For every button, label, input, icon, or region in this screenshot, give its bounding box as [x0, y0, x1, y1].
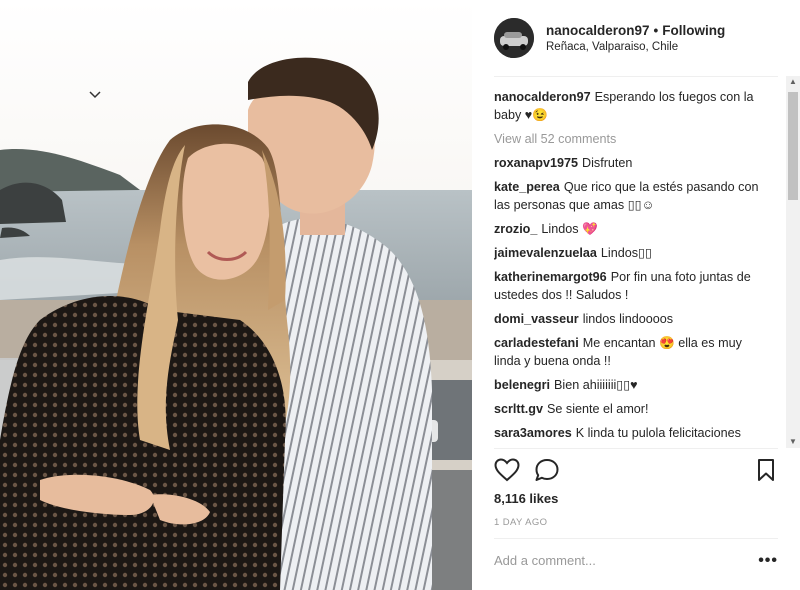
- comment-username[interactable]: domi_vasseur: [494, 312, 579, 326]
- header-line: nanocalderon97 • Following: [546, 23, 725, 38]
- comment-text: Disfruten: [582, 156, 633, 170]
- header-username[interactable]: nanocalderon97: [546, 23, 650, 38]
- post-header: nanocalderon97 • Following Reñaca, Valpara…: [494, 16, 778, 60]
- likes-count[interactable]: 8,116 likes: [494, 491, 558, 506]
- comment-item: roxanapv1975 Disfruten: [494, 154, 764, 172]
- comment-icon[interactable]: [534, 458, 560, 487]
- comment-input-divider: [494, 538, 778, 539]
- comment-item: zrozio_ Lindos 💖: [494, 220, 764, 238]
- comment-item: sara3amores K linda tu pulola felicitacio…: [494, 424, 764, 444]
- comment-item: carladestefani Me encantan 😍 ella es muy …: [494, 334, 764, 370]
- comment-item: scrltt.gv Se siente el amor!: [494, 400, 764, 418]
- location-link[interactable]: Reñaca, Valparaiso, Chile: [546, 41, 725, 53]
- comment-username[interactable]: kate_perea: [494, 180, 560, 194]
- avatar[interactable]: [494, 18, 534, 58]
- comment-text: Bien ahiiiiiii▯▯♥: [554, 378, 638, 392]
- comment-username[interactable]: zrozio_: [494, 222, 537, 236]
- comment-username[interactable]: sara3amores: [494, 426, 572, 440]
- comment-item: belenegri Bien ahiiiiiii▯▯♥: [494, 376, 764, 394]
- comment-username[interactable]: roxanapv1975: [494, 156, 578, 170]
- comment-username[interactable]: carladestefani: [494, 336, 579, 350]
- post-side-panel: nanocalderon97 • Following Reñaca, Valpara…: [472, 0, 800, 590]
- view-all-comments-link[interactable]: View all 52 comments: [494, 130, 764, 148]
- post-timestamp[interactable]: 1 DAY AGO: [494, 517, 547, 528]
- more-options-icon[interactable]: •••: [758, 552, 778, 570]
- add-comment-form: •••: [494, 552, 778, 574]
- heart-icon[interactable]: [494, 458, 520, 487]
- comment-text: Lindos▯▯: [600, 246, 652, 260]
- bookmark-icon[interactable]: [756, 458, 776, 487]
- header-separator: •: [653, 23, 659, 38]
- avatar-image: [494, 18, 534, 58]
- comment-text: Se siente el amor!: [547, 402, 649, 416]
- scroll-down-arrow-icon[interactable]: ▼: [786, 436, 800, 448]
- actions-divider: [494, 448, 778, 449]
- comment-username[interactable]: belenegri: [494, 378, 550, 392]
- scroll-thumb[interactable]: [788, 92, 798, 200]
- comment-text: Lindos 💖: [541, 222, 598, 236]
- comment-text: lindos lindoooos: [582, 312, 674, 326]
- header-text: nanocalderon97 • Following Reñaca, Valpara…: [546, 23, 725, 53]
- comment-item: jaimevalenzuelaa Lindos▯▯: [494, 244, 764, 262]
- comment-username[interactable]: katherinemargot96: [494, 270, 607, 284]
- comment-item: kate_perea Que rico que la estés pasando …: [494, 178, 764, 214]
- comment-username[interactable]: jaimevalenzuelaa: [494, 246, 597, 260]
- comment-item: domi_vasseur lindos lindoooos: [494, 310, 764, 328]
- caption-username[interactable]: nanocalderon97: [494, 90, 591, 104]
- post-actions: [494, 458, 778, 484]
- caption: nanocalderon97 Esperando los fuegos con l…: [494, 88, 764, 124]
- comments-scrollbar[interactable]: ▲ ▼: [786, 76, 800, 448]
- comments-list[interactable]: nanocalderon97 Esperando los fuegos con l…: [494, 88, 764, 444]
- header-divider: [494, 76, 778, 77]
- add-comment-input[interactable]: [494, 553, 734, 568]
- couple-photo-image: [0, 0, 472, 590]
- comment-username[interactable]: scrltt.gv: [494, 402, 543, 416]
- comment-item: katherinemargot96 Por fin una foto juntas…: [494, 268, 764, 304]
- scroll-up-arrow-icon[interactable]: ▲: [786, 76, 800, 88]
- follow-status-button[interactable]: Following: [662, 23, 725, 38]
- post-photo[interactable]: [0, 0, 472, 590]
